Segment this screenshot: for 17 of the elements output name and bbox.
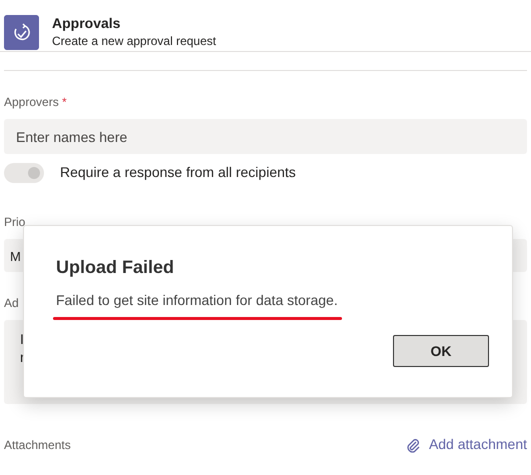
add-attachment-link[interactable]: Add attachment [404,434,527,455]
approvals-app-icon [4,15,39,50]
dialog-title: Upload Failed [56,256,176,278]
toggle-label: Require a response from all recipients [60,163,296,182]
priority-label: Prio [4,215,26,229]
app-subtitle: Create a new approval request [52,33,216,49]
ok-button[interactable]: OK [393,335,489,367]
required-mark: * [62,95,67,109]
app-title: Approvals [52,15,122,31]
approvers-field[interactable]: Enter names here [4,119,527,154]
approvers-label: Approvers [4,95,59,109]
paperclip-icon [404,436,421,452]
attachments-label: Attachments [4,436,71,454]
details-label: Ad [4,296,19,310]
details-text: I [20,331,24,347]
dialog-message: Failed to get site information for data storage. [56,292,338,308]
priority-value: M [10,249,21,264]
